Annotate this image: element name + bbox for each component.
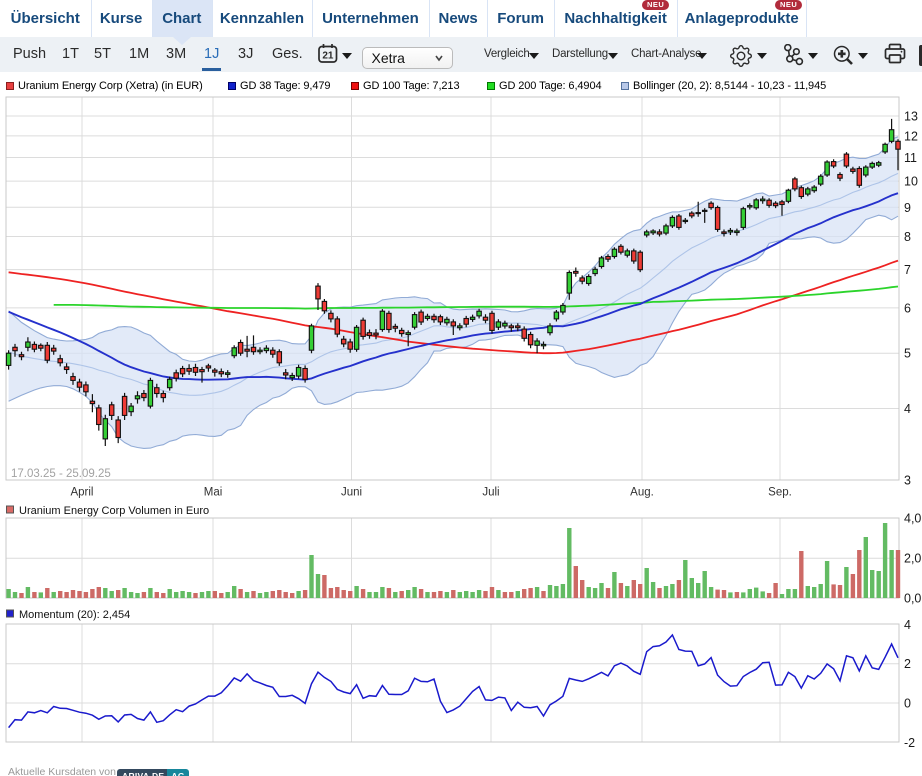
svg-text:10: 10 xyxy=(904,175,918,189)
svg-text:4,0M: 4,0M xyxy=(904,512,922,526)
svg-text:Juni: Juni xyxy=(341,487,362,499)
svg-text:6: 6 xyxy=(904,301,911,315)
svg-text:3: 3 xyxy=(904,473,911,487)
svg-text:4: 4 xyxy=(904,402,911,416)
svg-text:9: 9 xyxy=(904,201,911,215)
svg-text:4: 4 xyxy=(904,618,911,632)
svg-text:21: 21 xyxy=(322,51,334,62)
svg-text:5: 5 xyxy=(904,347,911,361)
svg-text:0: 0 xyxy=(904,697,911,711)
svg-text:Mai: Mai xyxy=(204,487,223,499)
svg-text:17.03.25 - 25.09.25: 17.03.25 - 25.09.25 xyxy=(11,468,111,480)
svg-text:11: 11 xyxy=(904,151,917,165)
svg-text:13: 13 xyxy=(904,110,918,124)
svg-text:Juli: Juli xyxy=(482,487,499,499)
svg-text:Sep.: Sep. xyxy=(768,487,792,499)
svg-text:Uranium Energy Corp Volumen in: Uranium Energy Corp Volumen in Euro xyxy=(19,505,209,517)
svg-text:2,0M: 2,0M xyxy=(904,552,922,566)
svg-text:12: 12 xyxy=(904,129,918,143)
svg-text:2: 2 xyxy=(904,657,911,671)
svg-text:Momentum (20): 2,454: Momentum (20): 2,454 xyxy=(19,609,130,621)
svg-text:Aug.: Aug. xyxy=(630,487,654,499)
svg-text:-2: -2 xyxy=(904,736,915,750)
svg-text:7: 7 xyxy=(904,263,911,277)
svg-text:0,0M: 0,0M xyxy=(904,592,922,606)
svg-text:8: 8 xyxy=(904,230,911,244)
svg-text:April: April xyxy=(70,487,93,499)
